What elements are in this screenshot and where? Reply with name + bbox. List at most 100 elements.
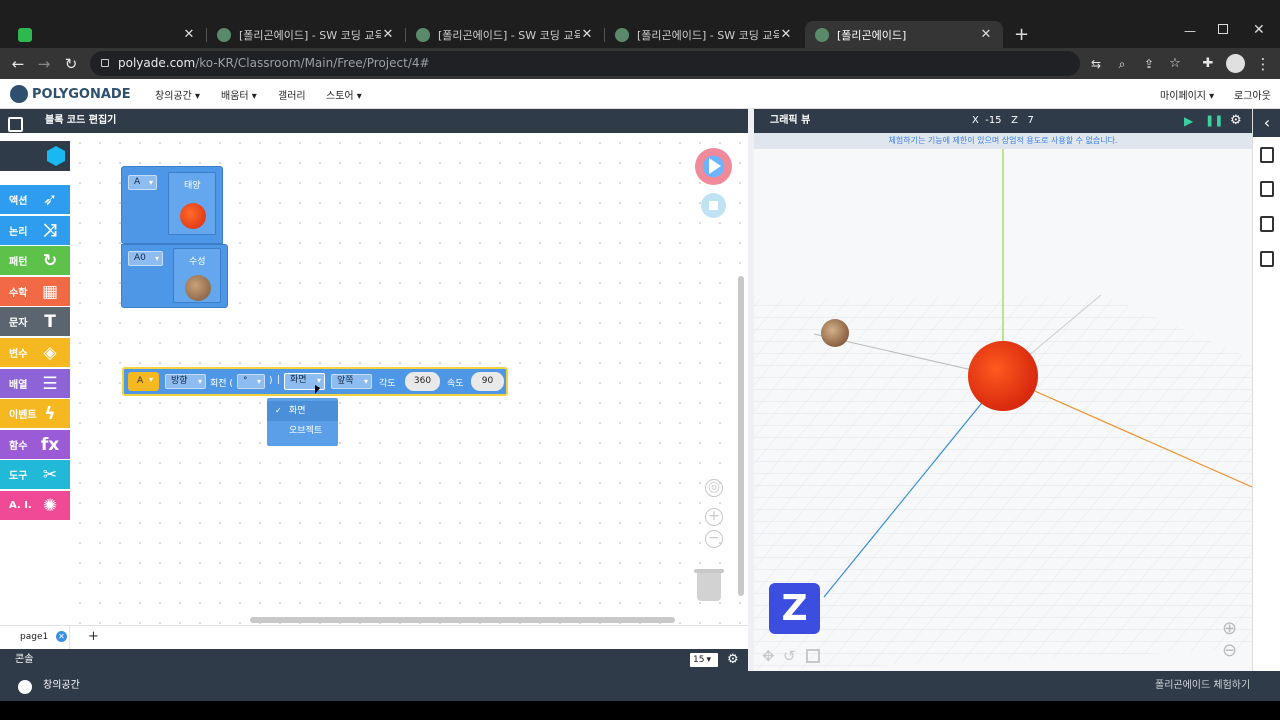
category-8[interactable]: 함수 fx bbox=[0, 429, 70, 459]
app-favicon-icon bbox=[18, 27, 32, 42]
nav-learning[interactable]: 배움터 ▾ bbox=[221, 87, 257, 102]
browser-tab[interactable]: ✕ bbox=[8, 21, 206, 48]
object-block-mercury[interactable]: A0 ▾ 수성 bbox=[121, 244, 228, 308]
variable-select[interactable]: A0 ▾ bbox=[128, 251, 163, 266]
mercury-sphere[interactable] bbox=[821, 319, 849, 347]
category-5[interactable]: 변수 ◈ bbox=[0, 338, 70, 367]
gear-icon[interactable]: ⚙ bbox=[727, 649, 739, 671]
close-page-icon[interactable]: ✕ bbox=[56, 631, 67, 642]
object-tab[interactable] bbox=[0, 141, 70, 171]
category-6[interactable]: 배열 ☰ bbox=[0, 368, 70, 398]
url-path: /ko-KR/Classroom/Main/Free/Project/4# bbox=[195, 56, 430, 70]
category-1[interactable]: 논리 ⤨ bbox=[0, 215, 70, 245]
add-page-button[interactable]: + bbox=[88, 629, 99, 644]
pause-icon[interactable]: ❚❚ bbox=[1205, 109, 1223, 133]
star-icon[interactable]: ☆ bbox=[1165, 54, 1185, 74]
play-icon[interactable]: ▶ bbox=[1184, 109, 1193, 133]
menu-item-screen[interactable]: ✓ 화면 bbox=[267, 401, 338, 421]
zoom-icon[interactable]: ⌕ bbox=[1112, 54, 1132, 74]
nav-logout[interactable]: 로그아웃 bbox=[1234, 87, 1271, 102]
download-icon[interactable] bbox=[1260, 216, 1274, 232]
select-value: ° bbox=[243, 376, 248, 386]
category-9[interactable]: 도구 ✂ bbox=[0, 460, 70, 490]
block-workspace[interactable]: A▾ 태양 A0▾ 수성 A ▾ 방향▾ 회전 ( °▾ ) | 화면 bbox=[70, 133, 748, 625]
stop-button[interactable] bbox=[701, 193, 726, 218]
stop-icon bbox=[709, 201, 718, 210]
browser-tab[interactable]: [폴리곤에이드] - SW 코딩 교육 ✕ bbox=[207, 21, 405, 48]
browser-tab-strip: ✕ [폴리곤에이드] - SW 코딩 교육 ✕ [폴리곤에이드] - SW 코딩… bbox=[0, 0, 1280, 48]
side-select[interactable]: 앞쪽 ▾ bbox=[331, 374, 372, 389]
menu-dots-icon[interactable]: ⋮ bbox=[1253, 54, 1273, 74]
zoom-in-icon[interactable]: ⊕ bbox=[1222, 618, 1237, 639]
console-size-select[interactable]: 15 ▾ bbox=[690, 653, 718, 667]
gear-icon[interactable]: ⚙ bbox=[1230, 109, 1242, 133]
close-tab-icon[interactable]: ✕ bbox=[779, 27, 793, 42]
browser-tab[interactable]: [폴리곤에이드] - SW 코딩 교육 ✕ bbox=[406, 21, 604, 48]
browser-tab-active[interactable]: [폴리곤에이드] ✕ bbox=[805, 21, 1003, 48]
object-block-sun[interactable]: A ▾ 태양 bbox=[121, 166, 223, 244]
close-tab-icon[interactable]: ✕ bbox=[182, 27, 196, 42]
new-tab-icon[interactable]: + bbox=[1014, 24, 1029, 45]
select-value: 화면 bbox=[290, 375, 307, 385]
zoom-out-icon[interactable]: − bbox=[705, 530, 723, 548]
horizontal-scrollbar[interactable] bbox=[250, 617, 675, 623]
upload-icon[interactable] bbox=[1260, 181, 1274, 197]
extensions-icon[interactable]: ✚ bbox=[1198, 54, 1218, 74]
minimize-icon[interactable]: — bbox=[1184, 24, 1196, 38]
move-icon[interactable]: ✥ bbox=[762, 647, 775, 665]
sun-sphere[interactable] bbox=[968, 341, 1038, 411]
close-tab-icon[interactable]: ✕ bbox=[381, 27, 395, 42]
forward-icon[interactable]: → bbox=[34, 54, 54, 74]
category-10[interactable]: A. I. ✺ bbox=[0, 491, 70, 520]
nav-mypage[interactable]: 마이페이지 ▾ bbox=[1160, 87, 1214, 102]
back-icon[interactable]: ← bbox=[8, 54, 28, 74]
maximize-icon[interactable] bbox=[1218, 24, 1228, 34]
trash-icon[interactable] bbox=[694, 569, 724, 601]
unit-select[interactable]: ° ▾ bbox=[237, 374, 265, 389]
collapse-panel-icon[interactable]: ‹ bbox=[1253, 109, 1280, 137]
run-button[interactable] bbox=[695, 148, 732, 185]
category-7[interactable]: 이벤트 ϟ bbox=[0, 399, 70, 429]
chevron-down-icon: ▾ bbox=[256, 377, 261, 386]
logo[interactable]: POLYGONADE bbox=[10, 85, 131, 103]
nav-gallery[interactable]: 갤러리 bbox=[278, 87, 306, 102]
profile-icon[interactable] bbox=[1226, 54, 1245, 73]
vertical-scrollbar[interactable] bbox=[738, 276, 744, 596]
category-4[interactable]: 문자 T bbox=[0, 307, 70, 337]
variable-getter[interactable]: A ▾ bbox=[128, 372, 159, 391]
translate-icon[interactable]: ⇆ bbox=[1086, 54, 1106, 74]
sun-label: 태양 bbox=[184, 181, 201, 191]
close-tab-icon[interactable]: ✕ bbox=[580, 27, 594, 42]
category-0[interactable]: 액션 ➶ bbox=[0, 185, 70, 214]
browser-tab[interactable]: [폴리곤에이드] - SW 코딩 교육 ✕ bbox=[605, 21, 803, 48]
zoom-out-icon[interactable]: ⊖ bbox=[1222, 640, 1237, 661]
scene-canvas[interactable] bbox=[754, 149, 1252, 671]
nav-store[interactable]: 스토어 ▾ bbox=[326, 87, 362, 102]
direction-select[interactable]: 방향 ▾ bbox=[165, 374, 206, 389]
object-slot: 수성 bbox=[173, 248, 221, 303]
menu-item-object[interactable]: 오브젝트 bbox=[267, 421, 338, 441]
recenter-icon[interactable]: ◎ bbox=[705, 479, 723, 497]
variable-select[interactable]: A ▾ bbox=[128, 175, 157, 190]
angle-input[interactable]: 360 bbox=[405, 372, 440, 391]
speed-input[interactable]: 90 bbox=[471, 372, 504, 391]
url-field[interactable]: polyade.com/ko-KR/Classroom/Main/Free/Pr… bbox=[90, 51, 1080, 76]
reload-icon[interactable]: ↻ bbox=[61, 54, 81, 74]
trial-notice: 체험하기는 기능에 제한이 있으며 상업적 용도로 사용할 수 없습니다. bbox=[754, 133, 1252, 149]
close-tab-icon[interactable]: ✕ bbox=[979, 27, 993, 42]
creative-space-link[interactable]: 창의공간 bbox=[43, 671, 80, 701]
zoom-in-icon[interactable]: + bbox=[705, 508, 723, 526]
share-icon[interactable]: ⇪ bbox=[1139, 54, 1159, 74]
rotate-icon[interactable]: ↺ bbox=[783, 647, 796, 665]
nav-creative-space[interactable]: 창의공간 ▾ bbox=[155, 87, 200, 102]
page-tab[interactable]: page1 ✕ bbox=[0, 626, 70, 650]
scale-icon[interactable] bbox=[806, 649, 820, 663]
category-2[interactable]: 패턴 ↻ bbox=[0, 246, 70, 276]
close-window-icon[interactable]: ✕ bbox=[1253, 22, 1265, 38]
document-icon[interactable] bbox=[1260, 147, 1274, 163]
category-label: 논리 bbox=[9, 226, 28, 238]
chevron-down-icon: ▾ bbox=[154, 254, 159, 263]
category-3[interactable]: 수학 ▦ bbox=[0, 276, 70, 306]
globe-favicon-icon bbox=[815, 27, 829, 42]
notes-icon[interactable] bbox=[1260, 251, 1274, 267]
